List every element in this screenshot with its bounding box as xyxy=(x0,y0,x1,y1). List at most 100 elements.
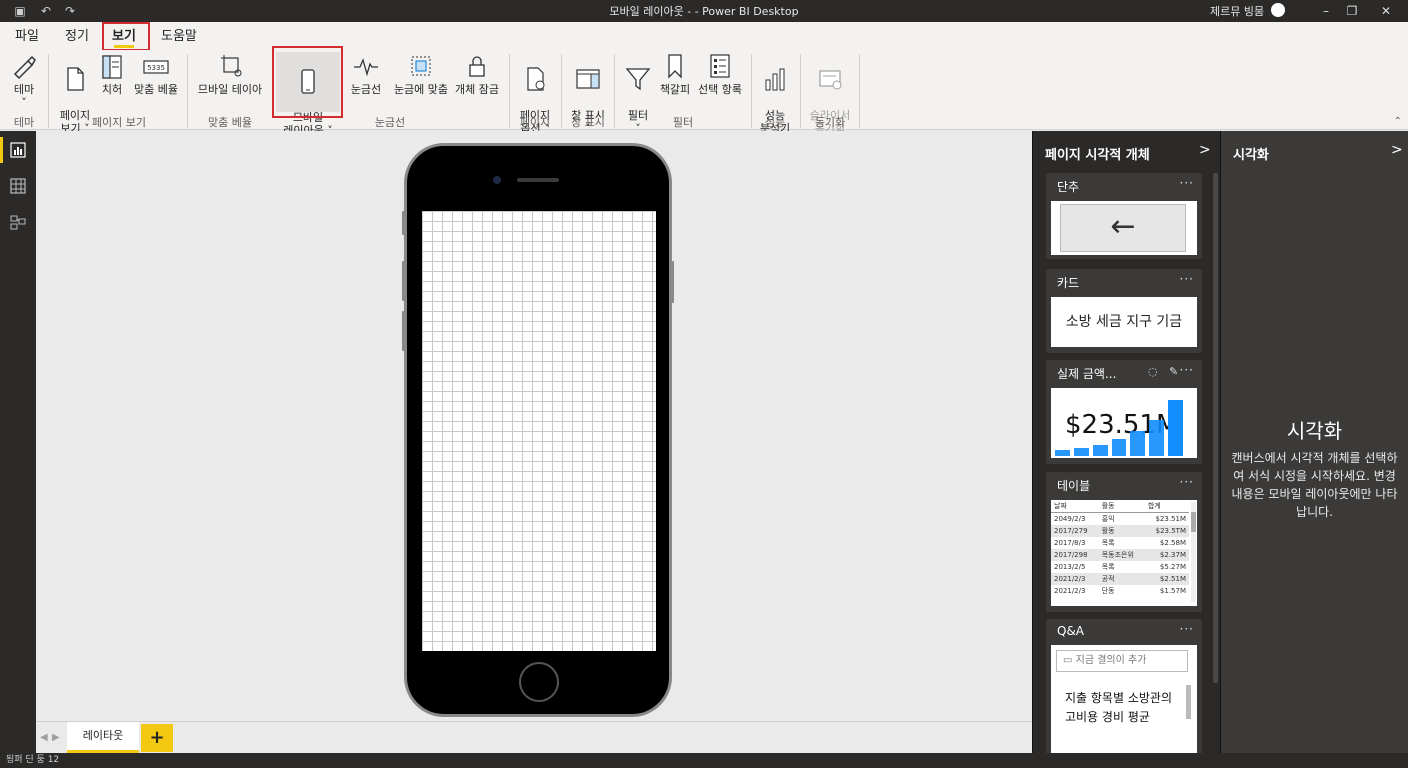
table-cell: $23.51M xyxy=(1155,515,1186,523)
ribbon-separator xyxy=(751,54,752,128)
selection-button[interactable]: 선택 항록 xyxy=(694,52,746,96)
performance-icon xyxy=(756,65,794,93)
table-preview: 날짜 활동 합계 2049/2/3 홍익 $23.51M 2017/279 활동 $23… xyxy=(1051,500,1197,606)
close-button[interactable]: ✕ xyxy=(1366,0,1406,22)
tab-file[interactable]: 파일 xyxy=(11,27,43,47)
more-options-icon[interactable]: ··· xyxy=(1180,475,1194,489)
prev-page-icon[interactable]: ◀ xyxy=(40,732,48,743)
table-cell: 홍익 xyxy=(1101,515,1115,523)
more-options-icon[interactable]: ··· xyxy=(1180,622,1194,636)
bookmarks-button[interactable]: 책갈피 xyxy=(656,52,694,96)
mobile-table-label: 므바일 테이아 xyxy=(197,83,263,96)
qna-scrollbar[interactable] xyxy=(1186,685,1191,719)
more-options-icon[interactable]: ··· xyxy=(1180,363,1194,377)
page-visuals-pane: 페이지 시각적 개체 > 단추 ··· ← 카드 ··· 소방 세금 지구 기금… xyxy=(1032,131,1220,753)
table-cell: $5.27M xyxy=(1159,563,1186,571)
group-show: 창 표시 xyxy=(571,116,605,129)
visual-card-button[interactable]: 단추 ··· ← xyxy=(1046,173,1202,259)
collapse-ribbon-icon[interactable]: ⌃ xyxy=(1394,116,1402,127)
card-title: 실제 금액... xyxy=(1057,367,1117,381)
kpi-bar xyxy=(1092,444,1108,456)
table-cell: $2.58M xyxy=(1159,539,1186,547)
table-cell: 2017/298 xyxy=(1051,549,1099,561)
report-canvas[interactable] xyxy=(36,131,1032,721)
report-view-icon[interactable] xyxy=(0,133,36,167)
more-options-icon[interactable]: ··· xyxy=(1180,176,1194,190)
next-page-icon[interactable]: ▶ xyxy=(52,732,60,743)
mobile-canvas-grid[interactable] xyxy=(422,211,656,651)
theme-label: 테마 xyxy=(13,83,35,96)
mobile-table-icon xyxy=(193,52,267,80)
selection-icon xyxy=(694,52,746,80)
table-row: 2021/2/3 공적 $2.51M xyxy=(1051,573,1189,585)
group-fit: 맞춤 베율 xyxy=(208,116,252,129)
table-cell: $2.37M xyxy=(1144,549,1189,561)
table-row: 2017/8/3 목록 $2.58M xyxy=(1051,537,1189,549)
ribbon-separator xyxy=(614,54,615,128)
table-cell: 2017/8/3 xyxy=(1054,539,1086,547)
expand-pane-icon[interactable]: > xyxy=(1199,142,1211,158)
snap-to-grid-icon xyxy=(390,52,452,80)
fit-ratio-label: 맞춤 베율 xyxy=(134,83,178,96)
user-name[interactable]: 제르뮤 빙뭄 xyxy=(1210,3,1264,19)
page-options-icon xyxy=(514,65,556,93)
ribbon-separator xyxy=(800,54,801,128)
add-page-button[interactable]: + xyxy=(141,724,173,752)
kpi-bar xyxy=(1055,450,1070,456)
page-icon xyxy=(55,65,95,93)
snap-icon xyxy=(97,52,127,80)
avatar[interactable] xyxy=(1271,3,1285,17)
status-bar: 됭퍼 딘 둥 12 xyxy=(0,753,1408,768)
visual-card-kpi[interactable]: 실제 금액... ◌ ✎ ··· $23.51M xyxy=(1046,360,1202,464)
qna-placeholder: 지금 결의이 추가 xyxy=(1075,655,1147,666)
visual-card-table[interactable]: 테이블 ··· 날짜 활동 합계 2049/2/3 홍익 $23.51M 2017/… xyxy=(1046,472,1202,612)
pane-scrollbar[interactable] xyxy=(1213,173,1218,683)
snap-label: 치허 xyxy=(101,83,123,96)
mobile-table-button[interactable]: 므바일 테이아 xyxy=(193,52,267,96)
data-view-icon[interactable] xyxy=(0,169,36,203)
expand-pane-icon[interactable]: > xyxy=(1391,142,1403,158)
visual-card-card[interactable]: 카드 ··· 소방 세금 지구 기금 xyxy=(1046,269,1202,353)
table-cell: $1.57M xyxy=(1159,587,1186,595)
fit-ratio-button[interactable]: 5335 맞춤 베율 xyxy=(130,52,182,96)
table-cell: 활동 xyxy=(1098,525,1145,537)
page-tabs-bar: ◀ ▶ 레이타웃 + xyxy=(36,721,1032,753)
menu-bar: 파일 정기 보기 도움말 xyxy=(0,22,1408,51)
tab-help[interactable]: 도움말 xyxy=(157,27,201,47)
panes-icon xyxy=(566,65,610,93)
ribbon: 테마˅ 페이지 보기 ˅ 치허 5335 맞춤 베율 므바일 테이아 므바일 레… xyxy=(0,46,1408,137)
table-row: 2017/298 목동조은위 $2.37M xyxy=(1051,549,1189,561)
visual-card-qna[interactable]: Q&A ··· ▭ 지금 결의이 추가 지출 항목별 소방관의 고비용 경비 평… xyxy=(1046,619,1202,753)
kpi-bar xyxy=(1130,430,1146,456)
kpi-bar xyxy=(1149,419,1165,456)
page-tab-layout[interactable]: 레이타웃 xyxy=(67,722,139,753)
group-filter: 필터 xyxy=(672,116,694,129)
snap-button[interactable]: 치허 xyxy=(97,52,127,96)
table-cell: 목록 xyxy=(1101,539,1115,547)
theme-button[interactable]: 테마 ˅ xyxy=(6,52,42,109)
kpi-trend-bars xyxy=(1051,400,1197,456)
back-arrow-icon: ← xyxy=(1060,204,1186,252)
window-title: 모바일 레이아웃 - - Power BI Desktop xyxy=(609,5,799,18)
view-rail xyxy=(0,131,36,753)
tab-home[interactable]: 정기 xyxy=(61,27,93,47)
lock-objects-button[interactable]: 개체 잠금 xyxy=(452,52,502,96)
ribbon-separator xyxy=(561,54,562,128)
snap-to-grid-button[interactable]: 눈금에 맞춤 xyxy=(390,52,452,96)
table-cell: 단동 xyxy=(1101,587,1115,595)
qna-question-input[interactable]: ▭ 지금 결의이 추가 xyxy=(1056,650,1188,672)
model-view-icon[interactable] xyxy=(0,205,36,239)
card-title: 테이블 xyxy=(1057,479,1091,493)
ribbon-separator xyxy=(859,54,860,128)
ribbon-separator xyxy=(187,54,188,128)
edit-icon[interactable]: ✎ xyxy=(1169,365,1178,378)
phone-frame xyxy=(404,143,672,717)
group-sync: 동기화 xyxy=(814,116,846,129)
table-scrollbar[interactable] xyxy=(1191,502,1196,602)
comment-icon[interactable]: ◌ xyxy=(1148,365,1158,378)
more-options-icon[interactable]: ··· xyxy=(1180,272,1194,286)
kpi-bar xyxy=(1168,400,1183,456)
gridlines-button[interactable]: 눈금선 xyxy=(348,52,384,96)
table-row: 2013/2/5 목록 $5.27M xyxy=(1051,561,1189,573)
lock-objects-label: 개체 잠금 xyxy=(455,83,499,96)
